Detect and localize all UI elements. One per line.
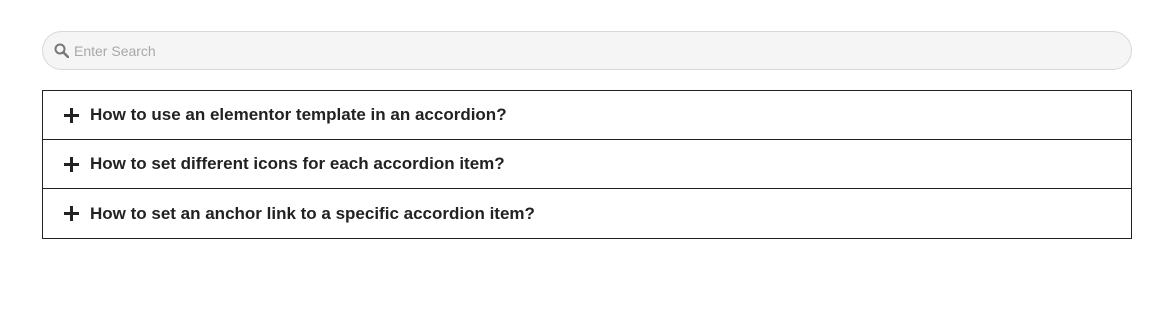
accordion-item[interactable]: How to set an anchor link to a specific … — [43, 189, 1131, 238]
search-bar — [42, 31, 1132, 70]
accordion: How to use an elementor template in an a… — [42, 90, 1132, 239]
search-icon — [53, 43, 69, 59]
search-input[interactable] — [74, 35, 1074, 66]
plus-icon — [64, 156, 79, 172]
accordion-item-title: How to set an anchor link to a specific … — [90, 203, 535, 223]
accordion-item[interactable]: How to use an elementor template in an a… — [43, 91, 1131, 140]
accordion-item-title: How to set different icons for each acco… — [90, 154, 505, 173]
plus-icon — [64, 206, 79, 221]
plus-icon — [64, 107, 79, 123]
accordion-item-title: How to use an elementor template in an a… — [90, 105, 507, 124]
accordion-item[interactable]: How to set different icons for each acco… — [43, 140, 1131, 189]
